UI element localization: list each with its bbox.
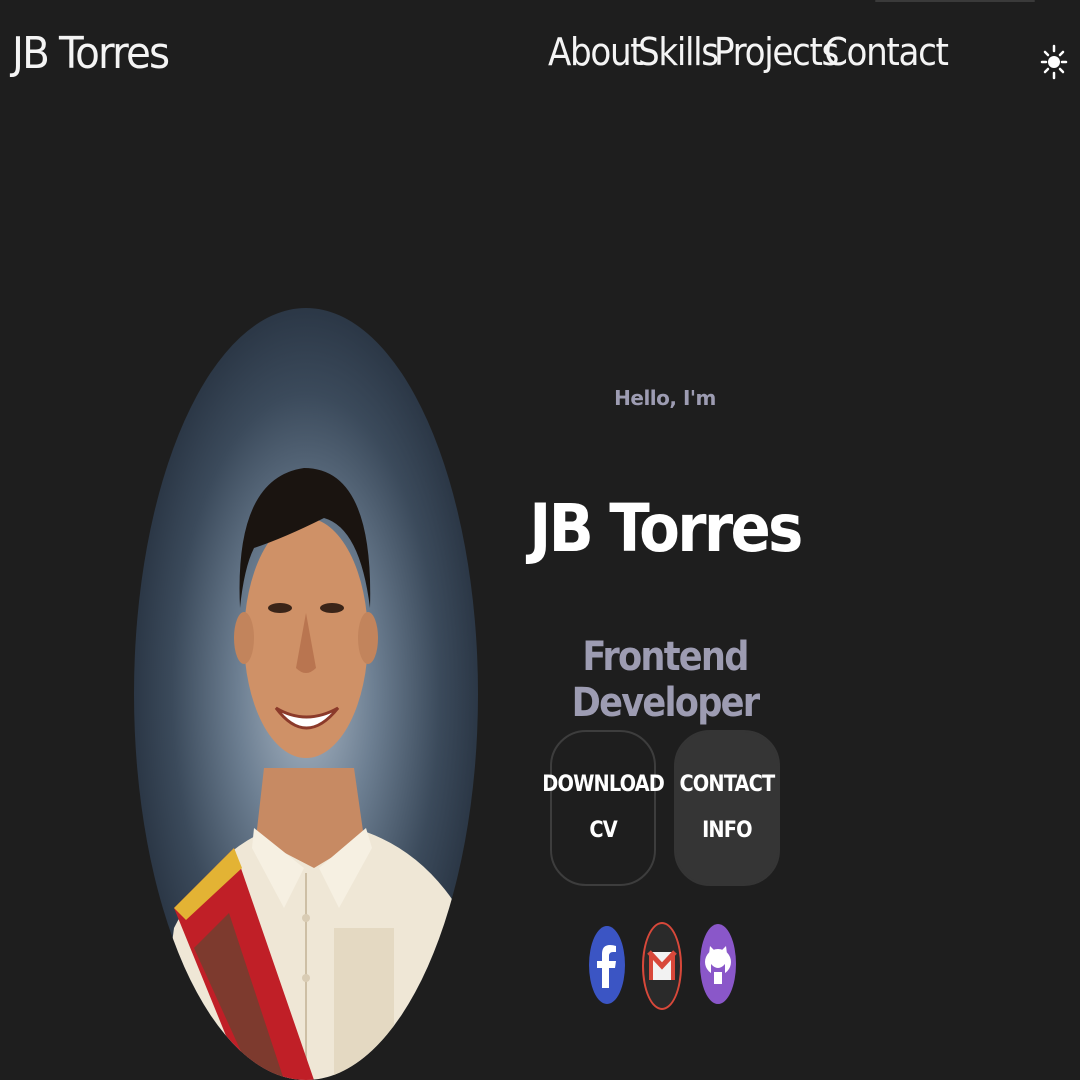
contact-info-button[interactable]: CONTACT INFO: [674, 730, 780, 886]
hero-name: JB Torres: [529, 490, 803, 567]
greeting-text: Hello, I'm: [614, 386, 716, 410]
profile-photo: [134, 308, 478, 1080]
brand-logo[interactable]: JB Torres: [12, 28, 170, 79]
person-illustration: [154, 468, 478, 1080]
download-cv-button[interactable]: DOWNLOAD CV: [542, 730, 665, 886]
gmail-icon[interactable]: [642, 922, 682, 1010]
nav-link-about[interactable]: About: [548, 30, 644, 74]
top-nav: JB Torres About Skills Projects Contact: [0, 0, 1080, 110]
nav-link-projects[interactable]: Projects: [714, 30, 839, 74]
facebook-icon[interactable]: [589, 926, 625, 1004]
contact-info-label-line1: CONTACT: [679, 772, 776, 797]
download-cv-label-line1: DOWNLOAD: [542, 772, 665, 797]
github-icon[interactable]: [700, 924, 736, 1004]
hero-role: Frontend Developer: [571, 634, 761, 726]
nav-link-contact[interactable]: Contact: [824, 30, 949, 74]
sun-icon[interactable]: [1038, 42, 1070, 82]
portfolio-page: JB Torres About Skills Projects Contact: [0, 0, 1080, 1080]
nav-link-skills[interactable]: Skills: [638, 30, 719, 74]
nav-links: About Skills Projects Contact: [548, 30, 949, 74]
download-cv-label-line2: CV: [589, 818, 617, 843]
contact-info-label-line2: INFO: [702, 818, 752, 843]
